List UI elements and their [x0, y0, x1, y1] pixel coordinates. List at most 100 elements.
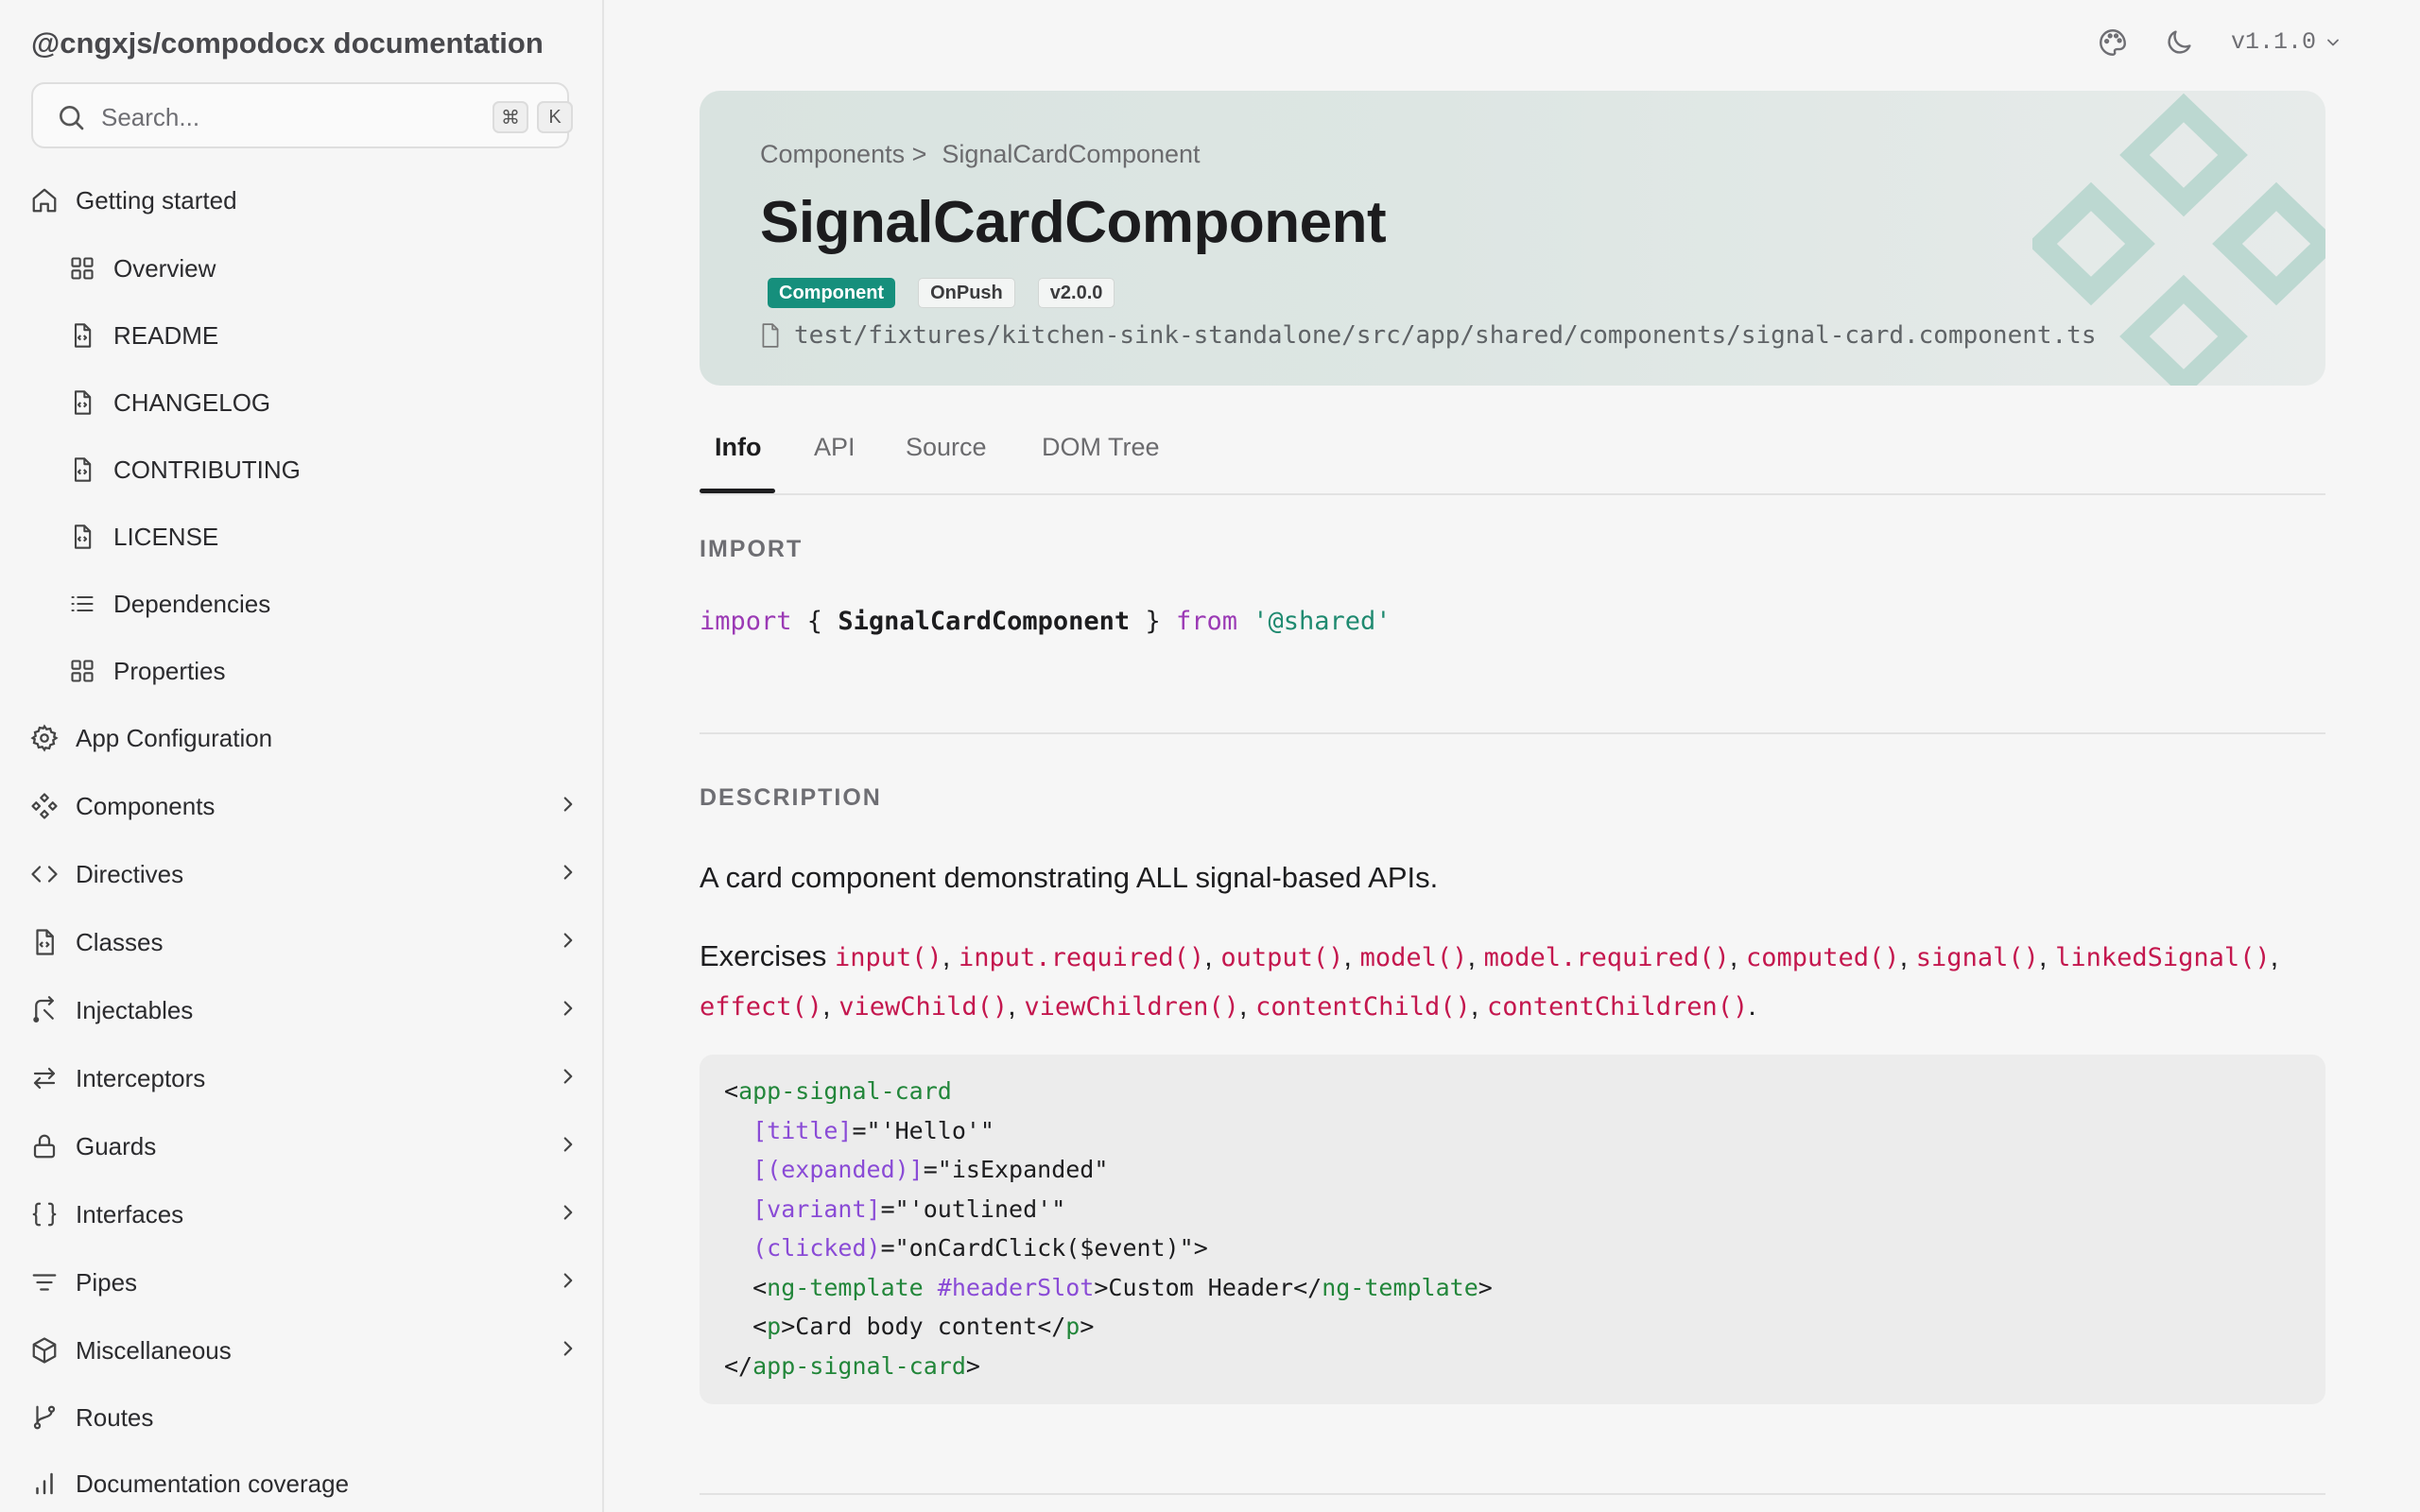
version-badge: v2.0.0	[1037, 278, 1115, 308]
tab-dom-tree[interactable]: DOM Tree	[1042, 433, 1160, 462]
sidebar-item-guards[interactable]: Guards	[0, 1118, 602, 1175]
sidebar-item-label: Components	[76, 791, 216, 820]
chevron-right-icon	[556, 928, 580, 957]
search-icon	[60, 106, 84, 130]
breadcrumb: Components > SignalCardComponent	[760, 140, 1201, 169]
sidebar-item-properties[interactable]: Properties	[0, 643, 602, 699]
code-line: [(expanded)]="isExpanded"	[752, 1156, 1109, 1183]
import-statement: import { SignalCardComponent } from '@sh…	[700, 607, 1392, 636]
home-icon	[30, 186, 59, 215]
change-detection-badge: OnPush	[918, 278, 1015, 308]
api-view-child: viewChild()	[838, 992, 1009, 1022]
sidebar-item-classes[interactable]: Classes	[0, 914, 602, 971]
sidebar-item-dependencies[interactable]: Dependencies	[0, 576, 602, 632]
code-line: <ng-template #headerSlot>Custom Header</…	[724, 1273, 1493, 1301]
sidebar-item-label: Pipes	[76, 1267, 138, 1297]
file-path[interactable]: test/fixtures/kitchen-sink-standalone/sr…	[760, 321, 2097, 350]
sidebar-item-label: Miscellaneous	[76, 1335, 232, 1365]
sidebar-item-label: Interfaces	[76, 1199, 184, 1228]
version-label: v1.1.0	[2231, 28, 2317, 56]
sidebar-item-contributing[interactable]: CONTRIBUTING	[0, 441, 602, 498]
badge-row: Component OnPush v2.0.0	[768, 278, 1115, 308]
import-symbol: SignalCardComponent	[838, 607, 1131, 636]
chevron-right-icon	[556, 1336, 580, 1366]
code-line: (clicked)="onCardClick($event)">	[752, 1234, 1208, 1262]
api-linked-signal: linkedSignal()	[2055, 943, 2271, 972]
api-view-children: viewChildren()	[1024, 992, 1239, 1022]
filter-icon	[30, 1268, 59, 1297]
sidebar-item-label: Injectables	[76, 995, 194, 1024]
sidebar-item-documentation-coverage[interactable]: Documentation coverage	[0, 1455, 602, 1512]
sidebar-item-label: Documentation coverage	[76, 1469, 350, 1498]
grid-icon	[68, 254, 96, 283]
sidebar-item-readme[interactable]: README	[0, 307, 602, 364]
code-line: [title]="'Hello'"	[752, 1116, 994, 1144]
sidebar-item-injectables[interactable]: Injectables	[0, 982, 602, 1039]
chevron-right-icon	[556, 1268, 580, 1297]
sidebar-item-getting-started[interactable]: Getting started	[0, 172, 602, 229]
sidebar-item-label: CHANGELOG	[113, 387, 271, 417]
site-title[interactable]: @cngxjs/compodocx documentation	[31, 26, 544, 60]
api-model-required: model.required()	[1483, 943, 1730, 972]
moon-icon	[2168, 30, 2191, 54]
gear-icon	[30, 724, 59, 752]
sidebar-item-label: Guards	[76, 1131, 157, 1160]
sidebar-item-label: README	[113, 320, 219, 350]
grid-icon	[68, 657, 96, 685]
type-badge: Component	[768, 278, 896, 308]
usage-code-block[interactable]: <app-signal-card [title]="'Hello'" [(exp…	[700, 1055, 2325, 1404]
tab-api[interactable]: API	[814, 433, 856, 462]
page-header: Components > SignalCardComponent SignalC…	[700, 91, 2325, 386]
sidebar-item-directives[interactable]: Directives	[0, 846, 602, 902]
chevron-right-icon	[556, 1132, 580, 1161]
sidebar-item-label: Routes	[76, 1402, 154, 1432]
search-input[interactable]	[99, 97, 462, 137]
file-code-icon	[68, 388, 96, 417]
version-selector[interactable]: v1.1.0	[2231, 28, 2342, 56]
tab-source[interactable]: Source	[906, 433, 987, 462]
api-model: model()	[1359, 943, 1468, 972]
description-summary: A card component demonstrating ALL signa…	[700, 861, 1439, 894]
sidebar-item-label: Interceptors	[76, 1063, 206, 1092]
api-signal: signal()	[1915, 943, 2039, 972]
code-brackets-icon	[30, 860, 59, 888]
palette-icon	[2100, 29, 2126, 56]
theme-palette-button[interactable]	[2097, 26, 2129, 63]
import-close-brace: }	[1130, 607, 1176, 636]
sidebar-item-label: Properties	[113, 656, 226, 685]
sidebar-item-miscellaneous[interactable]: Miscellaneous	[0, 1322, 602, 1379]
list-icon	[68, 590, 96, 618]
sidebar-item-changelog[interactable]: CHANGELOG	[0, 374, 602, 431]
sidebar-item-license[interactable]: LICENSE	[0, 508, 602, 565]
chevron-down-icon	[2327, 39, 2339, 45]
code-line: <app-signal-card	[724, 1077, 952, 1105]
sidebar-item-interceptors[interactable]: Interceptors	[0, 1050, 602, 1107]
code-line: <p>Card body content</p>	[724, 1313, 1095, 1340]
tab-info[interactable]: Info	[715, 433, 761, 462]
chevron-right-icon	[556, 1064, 580, 1093]
api-computed: computed()	[1746, 943, 1900, 972]
git-branch-icon	[30, 1403, 59, 1432]
breadcrumb-parent[interactable]: Components >	[760, 140, 926, 169]
sidebar-item-interfaces[interactable]: Interfaces	[0, 1186, 602, 1243]
sidebar-item-app-configuration[interactable]: App Configuration	[0, 710, 602, 766]
sidebar-item-components[interactable]: Components	[0, 778, 602, 834]
sidebar-item-label: Overview	[113, 253, 216, 283]
page-title: SignalCardComponent	[760, 190, 1387, 255]
search-box[interactable]: ⌘ K	[31, 82, 573, 148]
chevron-right-icon	[556, 792, 580, 821]
braces-icon	[30, 1200, 59, 1228]
sidebar-item-overview[interactable]: Overview	[0, 240, 602, 297]
sidebar-item-routes[interactable]: Routes	[0, 1389, 602, 1446]
sidebar-item-label: App Configuration	[76, 723, 273, 752]
api-input-required: input.required()	[959, 943, 1205, 972]
import-keyword: import	[700, 607, 792, 636]
import-heading: IMPORT	[700, 536, 804, 562]
sidebar-item-label: Dependencies	[113, 589, 271, 618]
import-open-brace: {	[791, 607, 838, 636]
chevron-right-icon	[556, 1200, 580, 1229]
dark-mode-toggle[interactable]	[2163, 26, 2195, 63]
sidebar-item-pipes[interactable]: Pipes	[0, 1254, 602, 1311]
sidebar-item-label: Getting started	[76, 185, 237, 215]
file-icon	[762, 323, 779, 348]
